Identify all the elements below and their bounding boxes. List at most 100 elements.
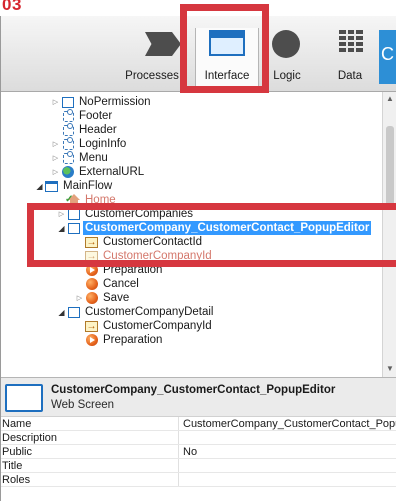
tree-item-customercompanyid[interactable]: → CustomerCompanyId xyxy=(85,249,214,263)
data-icon xyxy=(339,30,363,52)
preparation-icon xyxy=(86,264,98,276)
tree-item-label: MainFlow xyxy=(63,180,113,192)
tree-item-label: Footer xyxy=(79,110,113,122)
tree-item-label: Home xyxy=(85,194,116,206)
tree-item-nopermission[interactable]: ▷ NoPermission xyxy=(51,95,153,109)
tree-item-logininfo[interactable]: ▷ LoginInfo xyxy=(51,136,128,151)
tab-processes-label: Processes xyxy=(125,70,179,82)
tree-item-preparation[interactable]: Preparation xyxy=(85,263,164,277)
scroll-up-icon[interactable]: ▲ xyxy=(386,94,394,103)
property-key: Name xyxy=(2,418,32,430)
tree-item-popup-editor[interactable]: ◢ CustomerCompany_CustomerContact_PopupE… xyxy=(57,221,372,235)
expand-arrow-icon[interactable]: ▷ xyxy=(51,98,60,106)
property-row-roles[interactable]: Roles xyxy=(1,473,396,487)
input-parameter-icon: → xyxy=(85,236,98,248)
web-block-icon xyxy=(63,108,74,122)
expand-arrow-icon[interactable]: ▷ xyxy=(75,294,84,302)
tree-item-label: CustomerCompanyId xyxy=(103,250,212,262)
web-screen-icon xyxy=(68,306,80,318)
collapse-arrow-icon[interactable]: ◢ xyxy=(35,182,44,191)
column-divider xyxy=(178,473,179,486)
edge-tab[interactable]: C xyxy=(379,30,396,84)
scroll-down-icon[interactable]: ▼ xyxy=(386,364,394,373)
tree-item-externalurl[interactable]: ▷ ExternalURL xyxy=(51,165,146,179)
input-parameter-icon: → xyxy=(85,320,98,332)
tree-scrollbar[interactable]: ▲ ▼ xyxy=(382,92,396,377)
interface-icon xyxy=(209,30,245,56)
column-divider xyxy=(178,459,179,472)
properties-header: CustomerCompany_CustomerContact_PopupEdi… xyxy=(1,377,396,417)
tree-item-preparation-2[interactable]: Preparation xyxy=(85,333,164,347)
tree-item-label: NoPermission xyxy=(79,96,151,108)
tree-item-label: Save xyxy=(103,292,130,304)
expand-arrow-icon[interactable]: ▷ xyxy=(57,210,66,218)
expand-arrow-icon[interactable]: ▷ xyxy=(51,154,60,162)
web-block-icon xyxy=(63,150,74,164)
tree-item-footer[interactable]: Footer xyxy=(61,108,114,123)
tree-item-customercontactid[interactable]: → CustomerContactId xyxy=(85,235,204,249)
tree-item-label: Menu xyxy=(79,152,108,164)
property-key: Roles xyxy=(2,474,31,486)
column-divider xyxy=(178,445,179,458)
tree-item-label: ExternalURL xyxy=(79,166,145,178)
property-row-title[interactable]: Title xyxy=(1,459,396,473)
expand-arrow-icon[interactable]: ▷ xyxy=(51,168,60,176)
screen-action-icon xyxy=(86,278,98,290)
property-row-name[interactable]: Name CustomerCompany_CustomerContact_Pop… xyxy=(1,417,396,431)
property-row-public[interactable]: Public No xyxy=(1,445,396,459)
column-divider xyxy=(178,417,179,430)
layer-tabs-toolbar: Processes Interface Logic Data C xyxy=(1,16,396,92)
tab-data-label: Data xyxy=(337,70,363,82)
tab-interface[interactable]: Interface xyxy=(195,28,259,86)
tab-logic-label: Logic xyxy=(273,70,301,82)
tree-item-mainflow[interactable]: ◢ MainFlow xyxy=(35,179,114,193)
tab-logic[interactable]: Logic xyxy=(256,28,318,86)
expand-arrow-icon[interactable]: ▷ xyxy=(51,140,60,148)
tree-item-menu[interactable]: ▷ Menu xyxy=(51,150,110,165)
property-value[interactable]: CustomerCompany_CustomerContact_PopupEdi… xyxy=(183,418,396,430)
column-divider xyxy=(178,431,179,444)
tree-item-customercompanydetail[interactable]: ◢ CustomerCompanyDetail xyxy=(57,305,215,319)
properties-subtitle: Web Screen xyxy=(51,399,115,411)
property-row-description[interactable]: Description xyxy=(1,431,396,445)
tree-item-home[interactable]: ✓ Home xyxy=(65,193,118,207)
tree-item-customercompanies[interactable]: ▷ CustomerCompanies xyxy=(57,207,195,221)
tab-processes[interactable]: Processes xyxy=(121,28,183,86)
collapse-arrow-icon[interactable]: ◢ xyxy=(57,308,66,317)
tree-item-label: Preparation xyxy=(103,334,163,346)
collapse-arrow-icon[interactable]: ◢ xyxy=(57,224,66,233)
tree-item-label: Header xyxy=(79,124,117,136)
processes-icon xyxy=(145,32,181,56)
web-screen-icon xyxy=(5,384,43,412)
scroll-thumb[interactable] xyxy=(386,126,394,206)
tree-item-label-selected: CustomerCompany_CustomerContact_PopupEdi… xyxy=(83,221,372,235)
tree-item-save[interactable]: ▷ Save xyxy=(75,291,131,305)
tree-item-label: CustomerContactId xyxy=(103,236,203,248)
web-block-icon xyxy=(63,122,74,136)
ui-flow-icon xyxy=(45,180,58,192)
web-screen-icon xyxy=(68,208,80,220)
tree-item-label: CustomerCompanyId xyxy=(103,320,212,332)
input-parameter-icon: → xyxy=(85,250,98,262)
tree-item-label: CustomerCompanies xyxy=(85,208,194,220)
home-icon: ✓ xyxy=(65,194,80,206)
tab-data[interactable]: Data xyxy=(319,28,381,86)
property-key: Public xyxy=(2,446,32,458)
property-key: Description xyxy=(2,432,58,444)
property-value[interactable]: No xyxy=(183,446,197,458)
tree-item-header[interactable]: Header xyxy=(61,122,119,137)
tree-item-label: LoginInfo xyxy=(79,138,127,150)
tree-item-label: CustomerCompanyDetail xyxy=(85,306,214,318)
web-screen-icon xyxy=(62,96,74,108)
screen-action-icon xyxy=(86,292,98,304)
globe-icon xyxy=(62,166,74,178)
tree-item-customercompanyid-2[interactable]: → CustomerCompanyId xyxy=(85,319,214,333)
tree-item-cancel[interactable]: Cancel xyxy=(85,277,141,291)
tab-interface-label: Interface xyxy=(204,70,250,82)
web-screen-icon xyxy=(68,222,80,234)
step-number: 03 xyxy=(2,0,22,14)
web-block-icon xyxy=(63,136,74,150)
elements-tree: ▷ NoPermission Footer Header ▷ LoginInfo… xyxy=(1,92,396,377)
service-studio-panel: Processes Interface Logic Data C ▷ NoPer… xyxy=(0,16,396,501)
preparation-icon xyxy=(86,334,98,346)
